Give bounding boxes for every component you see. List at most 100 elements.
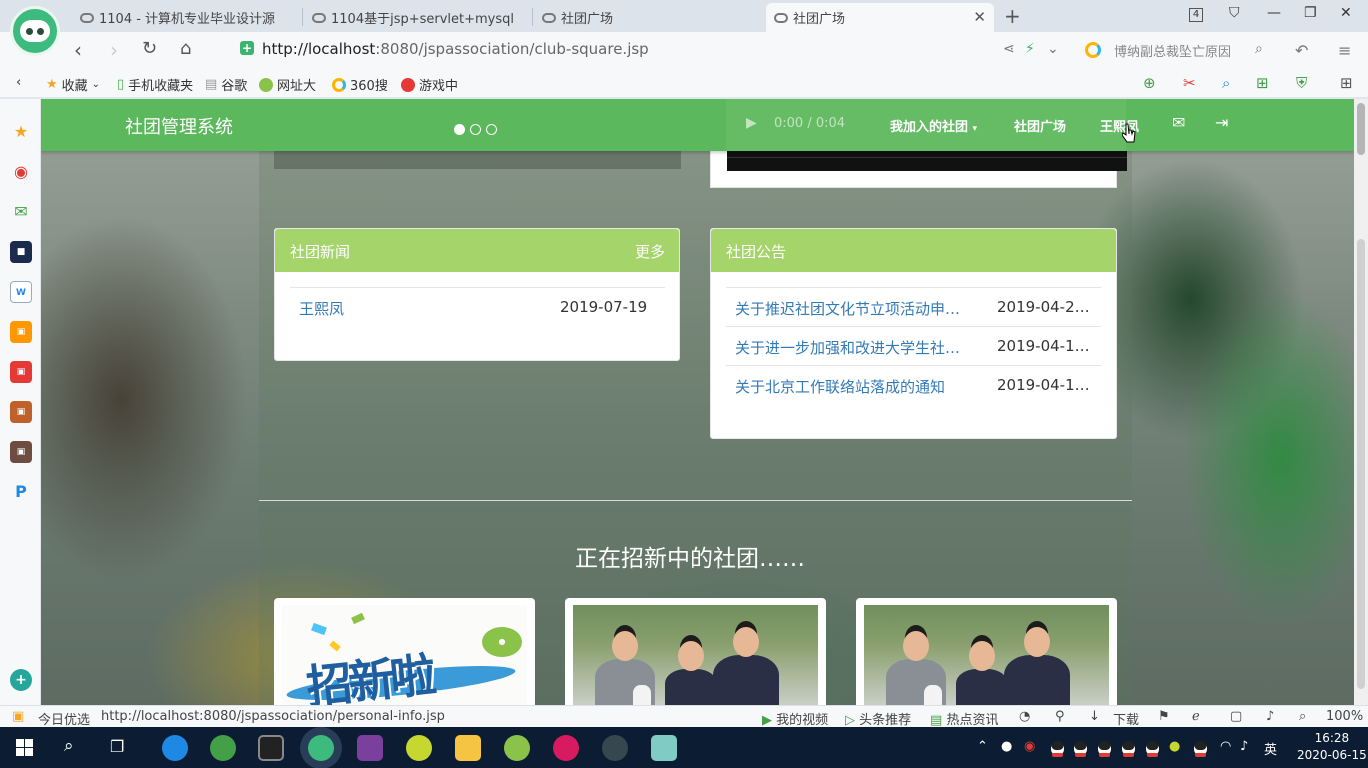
notice-title-link[interactable]: 关于推迟社团文化节立项活动申… bbox=[735, 298, 980, 319]
translate-icon[interactable]: ⊕ bbox=[1143, 74, 1156, 92]
hot-news-ticker[interactable]: 博纳副总裁坠亡原因 bbox=[1114, 41, 1231, 60]
tab-count-badge[interactable]: 4 bbox=[1189, 8, 1203, 22]
qq-penguin-icon[interactable] bbox=[1098, 741, 1111, 757]
students-reading-image[interactable] bbox=[864, 605, 1109, 705]
nav-my-clubs-dropdown[interactable]: 我加入的社团 ▾ bbox=[890, 116, 977, 135]
download-link[interactable]: 下载 bbox=[1113, 709, 1139, 728]
tab-1[interactable]: 1104 - 计算机专业毕业设计源 bbox=[72, 3, 300, 32]
system-clock[interactable]: 16:28 2020-06-15 bbox=[1297, 730, 1367, 764]
bookmark-games[interactable]: 游戏中 bbox=[401, 75, 458, 94]
forward-button[interactable]: › bbox=[110, 38, 118, 62]
carousel-dot[interactable] bbox=[470, 124, 481, 135]
share-icon[interactable]: ⋖ bbox=[1003, 41, 1015, 57]
notice-title-link[interactable]: 关于北京工作联络站落成的通知 bbox=[735, 376, 980, 397]
task-view-icon[interactable]: ❐ bbox=[110, 737, 124, 756]
notice-row[interactable]: 关于北京工作联络站落成的通知 2019-04-1… bbox=[726, 365, 1101, 404]
undo-icon[interactable]: ↶ bbox=[1295, 41, 1308, 60]
bookmark-favorites[interactable]: ★ 收藏 ⌄ bbox=[46, 75, 100, 94]
tab-4-active[interactable]: 社团广场 ✕ bbox=[766, 3, 994, 32]
flag-icon[interactable]: ⚑ bbox=[1158, 709, 1170, 724]
nav-club-square[interactable]: 社团广场 bbox=[1014, 116, 1066, 135]
home-button[interactable]: ⌂ bbox=[180, 38, 191, 59]
app-wave-icon[interactable] bbox=[602, 735, 628, 761]
browser-logo-icon[interactable] bbox=[10, 6, 60, 56]
carousel-dot[interactable] bbox=[486, 124, 497, 135]
my-videos-link[interactable]: ▶ 我的视频 bbox=[762, 709, 828, 728]
speed-icon[interactable]: ◔ bbox=[1019, 709, 1030, 724]
status-today-picks[interactable]: 今日优选 bbox=[38, 709, 90, 728]
tray-green-icon[interactable]: ● bbox=[1169, 739, 1180, 754]
zoom-level[interactable]: 100% bbox=[1326, 709, 1363, 724]
search-engine-icon[interactable] bbox=[1085, 42, 1101, 58]
more-ext-icon[interactable]: ⊞ bbox=[1340, 74, 1353, 92]
recruit-poster-image[interactable]: ● 招新啦 bbox=[282, 605, 527, 705]
shield-ext-icon[interactable]: ⛨ bbox=[1296, 74, 1307, 92]
p-app-icon[interactable]: P bbox=[10, 481, 32, 503]
notification-icon[interactable]: ● bbox=[1001, 739, 1012, 754]
more-link[interactable]: 更多 bbox=[635, 241, 665, 262]
ie-icon[interactable]: ℯ bbox=[1192, 709, 1200, 724]
pin-icon[interactable]: ⚲ bbox=[1055, 709, 1065, 724]
new-tab-button[interactable]: + bbox=[1004, 4, 1021, 28]
news-row[interactable]: 王熙凤 2019-07-19 bbox=[290, 287, 665, 326]
play-icon[interactable]: ▶ bbox=[746, 115, 757, 131]
file-explorer-icon[interactable] bbox=[455, 735, 481, 761]
qq-penguin-icon[interactable] bbox=[1194, 741, 1207, 757]
notice-title-link[interactable]: 关于进一步加强和改进大学生社… bbox=[735, 337, 980, 358]
gamepad-icon[interactable]: ⊞ bbox=[1256, 74, 1269, 92]
add-app-icon[interactable]: + bbox=[10, 669, 32, 691]
news-title-link[interactable]: 王熙凤 bbox=[299, 298, 344, 319]
close-window-button[interactable]: ✕ bbox=[1340, 5, 1352, 21]
club-card[interactable]: ● 招新啦 bbox=[274, 598, 535, 705]
secure-shield-icon[interactable]: + bbox=[240, 41, 254, 55]
reload-button[interactable]: ↻ bbox=[142, 38, 157, 59]
bookmark-sites[interactable]: 网址大 bbox=[259, 75, 316, 94]
app-yellow-icon[interactable] bbox=[406, 735, 432, 761]
gift-icon[interactable]: ▣ bbox=[12, 709, 24, 724]
search-icon[interactable]: ⌕ bbox=[1255, 41, 1263, 57]
scrollbar-track[interactable] bbox=[1357, 239, 1365, 689]
notice-row[interactable]: 关于推迟社团文化节立项活动申… 2019-04-2… bbox=[726, 287, 1101, 326]
window-icon[interactable]: ▢ bbox=[1230, 709, 1242, 724]
tab-3[interactable]: 社团广场 bbox=[534, 3, 762, 32]
wechat-icon[interactable] bbox=[210, 735, 236, 761]
terminal-icon[interactable] bbox=[258, 735, 284, 761]
hot-news-link[interactable]: ▤ 热点资讯 bbox=[930, 709, 998, 728]
tray-app-icon[interactable]: ◉ bbox=[1024, 739, 1035, 754]
site-brand[interactable]: 社团管理系统 bbox=[125, 113, 233, 139]
app-notes-icon[interactable] bbox=[651, 735, 677, 761]
shop-icon[interactable]: ▣ bbox=[10, 361, 32, 383]
headline-link[interactable]: ▷ 头条推荐 bbox=[845, 709, 911, 728]
bookmark-google[interactable]: ▤ 谷歌 bbox=[205, 75, 247, 94]
app-news-icon[interactable]: ■ bbox=[10, 241, 32, 263]
360-browser-icon[interactable] bbox=[308, 735, 334, 761]
qq-penguin-icon[interactable] bbox=[1146, 741, 1159, 757]
notice-row[interactable]: 关于进一步加强和改进大学生社… 2019-04-1… bbox=[726, 326, 1101, 365]
volume-icon[interactable]: ♪ bbox=[1240, 739, 1248, 754]
qq-penguin-icon[interactable] bbox=[1122, 741, 1135, 757]
download-icon[interactable]: ↓ bbox=[1089, 709, 1100, 724]
skin-icon[interactable]: ⛉ bbox=[1229, 5, 1240, 21]
app-pink-icon[interactable] bbox=[553, 735, 579, 761]
video-player[interactable] bbox=[710, 151, 1127, 188]
search-icon[interactable]: ⌕ bbox=[64, 736, 74, 756]
ime-indicator[interactable]: 英 bbox=[1264, 739, 1277, 758]
students-reading-image[interactable] bbox=[573, 605, 818, 705]
scrollbar-thumb[interactable] bbox=[1357, 103, 1365, 155]
bookmark-mobile[interactable]: ▯ 手机收藏夹 bbox=[117, 75, 193, 94]
logout-icon[interactable]: ⇥ bbox=[1215, 113, 1228, 132]
qq-penguin-icon[interactable] bbox=[1051, 741, 1064, 757]
tab-close-icon[interactable]: ✕ bbox=[973, 8, 986, 26]
qq-browser-icon[interactable] bbox=[162, 735, 188, 761]
tray-chevron-icon[interactable]: ⌃ bbox=[977, 739, 988, 754]
envelope-icon[interactable]: ✉ bbox=[1172, 113, 1185, 132]
zoom-icon[interactable]: ⌕ bbox=[1299, 709, 1306, 724]
game-a-icon[interactable]: ▣ bbox=[10, 401, 32, 423]
address-input[interactable]: http://localhost:8080/jspassociation/clu… bbox=[262, 40, 649, 58]
minimize-button[interactable]: — bbox=[1267, 5, 1281, 21]
doc-icon[interactable]: W bbox=[10, 281, 32, 303]
chevron-down-icon[interactable]: ⌄ bbox=[1047, 41, 1059, 57]
novel-icon[interactable]: ▣ bbox=[10, 321, 32, 343]
carousel-dot[interactable] bbox=[454, 124, 465, 135]
tab-2[interactable]: 1104基于jsp+servlet+mysql bbox=[304, 3, 532, 32]
